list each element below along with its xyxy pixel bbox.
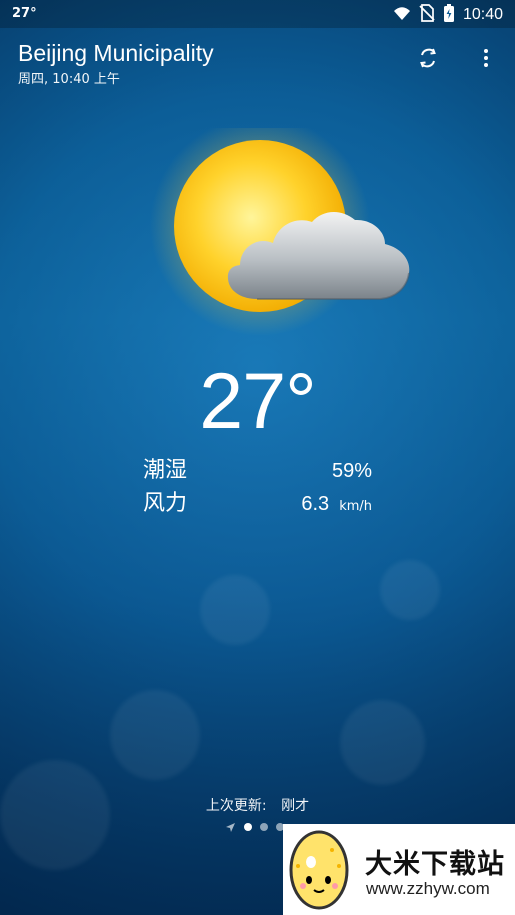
bokeh-light bbox=[380, 560, 440, 620]
weather-screen: 27° 10:40 Beijing Municipality 周四, 10:40… bbox=[0, 0, 515, 915]
watermark-banner: 大米下载站 www.zzhyw.com bbox=[283, 824, 515, 915]
humidity-label: 潮湿 bbox=[143, 458, 188, 483]
wind-unit: km/h bbox=[339, 499, 372, 514]
partly-cloudy-icon bbox=[150, 116, 410, 336]
watermark-url: www.zzhyw.com bbox=[366, 879, 490, 898]
refresh-button[interactable] bbox=[417, 47, 439, 69]
location-header: Beijing Municipality 周四, 10:40 上午 bbox=[18, 40, 497, 87]
humidity-value: 59% bbox=[331, 460, 372, 482]
bokeh-light bbox=[0, 760, 110, 870]
local-time: 10:40 上午 bbox=[52, 72, 120, 88]
wind-value-group: 6.3 km/h bbox=[301, 491, 372, 516]
bokeh-light bbox=[110, 690, 200, 780]
watermark-title: 大米下载站 bbox=[365, 849, 505, 880]
date-time-line: 周四, 10:40 上午 bbox=[18, 68, 497, 87]
more-options-icon bbox=[484, 49, 488, 67]
refresh-icon bbox=[420, 48, 436, 68]
last-updated-label: 上次更新: bbox=[205, 798, 267, 814]
last-updated-value: 刚才 bbox=[281, 798, 310, 814]
status-temperature: 27° bbox=[12, 6, 37, 21]
pager-dot[interactable] bbox=[260, 823, 268, 831]
bokeh-light bbox=[340, 700, 425, 785]
status-time: 10:40 bbox=[462, 6, 503, 23]
no-sim-icon bbox=[419, 4, 435, 26]
weather-metrics: 潮湿 59% 风力 6.3 km/h bbox=[143, 452, 372, 518]
last-updated: 上次更新: 刚才 bbox=[0, 795, 515, 815]
location-arrow-icon bbox=[225, 818, 236, 837]
status-bar: 27° 10:40 bbox=[0, 0, 515, 28]
header-actions bbox=[417, 47, 497, 69]
wifi-icon bbox=[393, 6, 411, 25]
weekday: 周四, bbox=[18, 72, 49, 88]
pager-dot-current[interactable] bbox=[244, 823, 252, 831]
wind-value: 6.3 bbox=[301, 493, 330, 515]
status-icons: 10:40 bbox=[393, 3, 503, 27]
weather-condition-art bbox=[145, 116, 425, 348]
egg-mascot-logo-icon bbox=[289, 830, 349, 910]
more-options-button[interactable] bbox=[475, 47, 497, 69]
current-temperature: 27° bbox=[199, 356, 316, 445]
wind-label: 风力 bbox=[143, 491, 188, 516]
wind-row: 风力 6.3 km/h bbox=[143, 485, 372, 518]
humidity-row: 潮湿 59% bbox=[143, 452, 372, 485]
bokeh-light bbox=[200, 575, 270, 645]
battery-charging-icon bbox=[443, 3, 455, 27]
